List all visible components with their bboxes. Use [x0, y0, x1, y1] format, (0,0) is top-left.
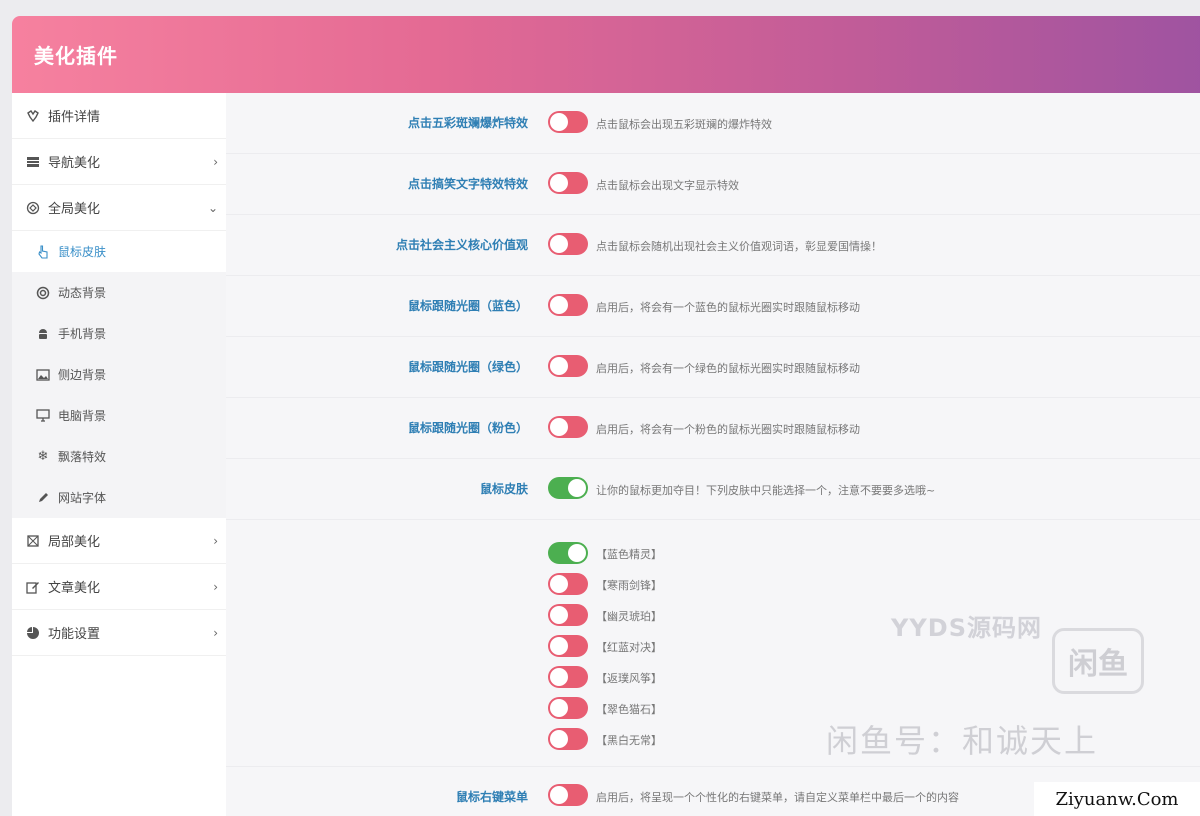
- chevron-right-icon: ›: [213, 533, 218, 548]
- sidebar: 插件详情 导航美化 › 全局美化 ⌄ 鼠标皮肤 动态背景 手机背景 侧边背景 电…: [12, 93, 226, 816]
- skin-options: 【蓝色精灵】 【寒雨剑锋】 【幽灵琥珀】 【红蓝对决】 【返璞风筝】 【翠色猫石…: [226, 520, 1200, 767]
- setting-desc: 点击鼠标会出现五彩斑斓的爆炸特效: [596, 118, 772, 131]
- skin-label: 【幽灵琥珀】: [596, 610, 662, 623]
- setting-row: 点击搞笑文字特效特效 点击鼠标会出现文字显示特效: [226, 154, 1200, 215]
- navbar-icon: [26, 155, 40, 169]
- chevron-right-icon: ›: [213, 625, 218, 640]
- global-beautify-submenu: 鼠标皮肤 动态背景 手机背景 侧边背景 电脑背景 ❄ 飘落特效 网站字体: [12, 231, 226, 518]
- setting-label: 鼠标跟随光圈（粉色）: [407, 421, 528, 435]
- puzzle-icon: [26, 109, 40, 123]
- setting-row: 点击五彩斑斓爆炸特效 点击鼠标会出现五彩斑斓的爆炸特效: [226, 93, 1200, 154]
- setting-desc: 点击鼠标会出现文字显示特效: [596, 179, 739, 192]
- sidebar-item-nav-beautify[interactable]: 导航美化 ›: [12, 139, 226, 185]
- setting-row: 鼠标跟随光圈（绿色） 启用后，将会有一个绿色的鼠标光圈实时跟随鼠标移动: [226, 337, 1200, 398]
- setting-desc: 点击鼠标会随机出现社会主义价值观词语，彰显爱国情操！: [596, 240, 882, 253]
- settings-content: 点击五彩斑斓爆炸特效 点击鼠标会出现五彩斑斓的爆炸特效 点击搞笑文字特效特效 点…: [226, 93, 1200, 816]
- setting-row: 点击社会主义核心价值观 点击鼠标会随机出现社会主义价值观词语，彰显爱国情操！: [226, 215, 1200, 276]
- sidebar-item-label: 全局美化: [48, 202, 101, 217]
- toggle-switch[interactable]: [548, 542, 588, 564]
- toggle-switch[interactable]: [548, 604, 588, 626]
- toggle-switch[interactable]: [548, 233, 588, 255]
- sidebar-item-label: 手机背景: [58, 327, 107, 341]
- sidebar-item-mouse-skin[interactable]: 鼠标皮肤: [12, 231, 226, 272]
- sidebar-item-label: 动态背景: [58, 286, 107, 300]
- sidebar-item-side-bg[interactable]: 侧边背景: [12, 354, 226, 395]
- sidebar-item-label: 网站字体: [58, 491, 107, 505]
- setting-label: 鼠标右键菜单: [455, 790, 528, 804]
- toggle-switch[interactable]: [548, 666, 588, 688]
- sidebar-item-desktop-bg[interactable]: 电脑背景: [12, 395, 226, 436]
- sidebar-item-label: 飘落特效: [58, 450, 107, 464]
- toggle-switch[interactable]: [548, 416, 588, 438]
- sidebar-item-global-beautify[interactable]: 全局美化 ⌄: [12, 185, 226, 231]
- globe-icon: [26, 201, 40, 215]
- android-icon: [36, 327, 50, 341]
- chevron-down-icon: ⌄: [207, 200, 218, 215]
- sidebar-item-falling-effect[interactable]: ❄ 飘落特效: [12, 436, 226, 477]
- skin-label: 【返璞风筝】: [596, 672, 662, 685]
- plugin-panel: 美化插件 插件详情 导航美化 › 全局美化 ⌄ 鼠标皮肤 动态背景 手机背景 侧…: [12, 16, 1200, 816]
- sidebar-item-label: 插件详情: [48, 110, 101, 125]
- crop-icon: [26, 534, 40, 548]
- chevron-right-icon: ›: [213, 579, 218, 594]
- setting-label: 鼠标跟随光圈（绿色）: [407, 360, 528, 374]
- skin-label: 【寒雨剑锋】: [596, 579, 662, 592]
- toggle-switch[interactable]: [548, 635, 588, 657]
- setting-label: 鼠标跟随光圈（蓝色）: [407, 299, 528, 313]
- sidebar-item-label: 鼠标皮肤: [58, 245, 107, 259]
- sidebar-item-dynamic-bg[interactable]: 动态背景: [12, 272, 226, 313]
- sidebar-item-label: 文章美化: [48, 581, 101, 596]
- toggle-switch[interactable]: [548, 294, 588, 316]
- sidebar-item-mobile-bg[interactable]: 手机背景: [12, 313, 226, 354]
- skin-label: 【黑白无常】: [596, 734, 662, 747]
- sidebar-item-plugin-details[interactable]: 插件详情: [12, 93, 226, 139]
- watermark-site: Ziyuanw.Com: [1034, 782, 1200, 816]
- toggle-switch[interactable]: [548, 784, 588, 806]
- chevron-right-icon: ›: [213, 154, 218, 169]
- monitor-icon: [36, 409, 50, 423]
- sidebar-item-partial-beautify[interactable]: 局部美化 ›: [12, 518, 226, 564]
- header-bar: 美化插件: [12, 16, 1200, 93]
- sidebar-item-function-settings[interactable]: 功能设置 ›: [12, 610, 226, 656]
- toggle-switch[interactable]: [548, 697, 588, 719]
- sidebar-item-label: 侧边背景: [58, 368, 107, 382]
- setting-row: 鼠标跟随光圈（粉色） 启用后，将会有一个粉色的鼠标光圈实时跟随鼠标移动: [226, 398, 1200, 459]
- snowflake-icon: ❄: [37, 449, 49, 464]
- setting-desc: 启用后，将会有一个蓝色的鼠标光圈实时跟随鼠标移动: [596, 301, 860, 314]
- sidebar-item-label: 电脑背景: [58, 409, 107, 423]
- setting-row: 鼠标跟随光圈（蓝色） 启用后，将会有一个蓝色的鼠标光圈实时跟随鼠标移动: [226, 276, 1200, 337]
- skin-label: 【蓝色精灵】: [596, 548, 662, 561]
- setting-desc: 启用后，将会有一个绿色的鼠标光圈实时跟随鼠标移动: [596, 362, 860, 375]
- setting-label: 点击社会主义核心价值观: [395, 238, 528, 252]
- pointer-icon: [36, 244, 50, 259]
- toggle-switch[interactable]: [548, 477, 588, 499]
- edit-icon: [26, 580, 40, 594]
- setting-desc: 启用后，将呈现一个个性化的右键菜单，请自定义菜单栏中最后一个的内容: [596, 791, 959, 804]
- sidebar-item-site-font[interactable]: 网站字体: [12, 477, 226, 518]
- setting-label: 点击搞笑文字特效特效: [407, 177, 528, 191]
- setting-label: 鼠标皮肤: [479, 482, 528, 496]
- sidebar-item-label: 导航美化: [48, 156, 101, 171]
- setting-label: 点击五彩斑斓爆炸特效: [407, 116, 528, 130]
- toggle-switch[interactable]: [548, 111, 588, 133]
- pie-chart-icon: [26, 626, 40, 640]
- toggle-switch[interactable]: [548, 172, 588, 194]
- setting-desc: 启用后，将会有一个粉色的鼠标光圈实时跟随鼠标移动: [596, 423, 860, 436]
- setting-desc: 让你的鼠标更加夺目！下列皮肤中只能选择一个，注意不要要多选哦~: [596, 484, 936, 497]
- skin-label: 【翠色猫石】: [596, 703, 662, 716]
- sidebar-item-label: 功能设置: [48, 627, 101, 642]
- skin-label: 【红蓝对决】: [596, 641, 662, 654]
- sidebar-item-label: 局部美化: [48, 535, 101, 550]
- pen-icon: [36, 491, 50, 505]
- sidebar-item-article-beautify[interactable]: 文章美化 ›: [12, 564, 226, 610]
- setting-row: 鼠标皮肤 让你的鼠标更加夺目！下列皮肤中只能选择一个，注意不要要多选哦~: [226, 459, 1200, 520]
- image-icon: [36, 368, 50, 382]
- toggle-switch[interactable]: [548, 728, 588, 750]
- page-title: 美化插件: [34, 44, 118, 68]
- lifebuoy-icon: [36, 286, 50, 300]
- toggle-switch[interactable]: [548, 573, 588, 595]
- toggle-switch[interactable]: [548, 355, 588, 377]
